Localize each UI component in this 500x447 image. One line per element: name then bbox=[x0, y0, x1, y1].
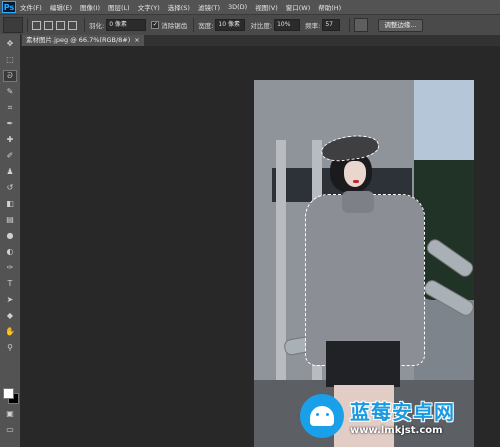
quick-selection-tool-icon[interactable]: ✎ bbox=[3, 86, 17, 98]
new-selection-icon[interactable] bbox=[32, 20, 41, 30]
tools-panel: ✥ ⬚ ᘐ ✎ ⌗ ✒ ✚ ✐ ♟ ↺ ◧ ▤ ● ◐ ✑ T ➤ ◆ ✋ ⚲ … bbox=[0, 34, 21, 447]
width-input[interactable]: 10 像素 bbox=[215, 19, 246, 31]
menu-image[interactable]: 图像(I) bbox=[76, 2, 104, 12]
quick-mask-icon[interactable]: ▣ bbox=[3, 408, 17, 420]
lips bbox=[353, 180, 359, 183]
history-brush-tool-icon[interactable]: ↺ bbox=[3, 182, 17, 194]
pen-tool-icon[interactable]: ✑ bbox=[3, 262, 17, 274]
watermark-title: 蓝莓安卓网 bbox=[350, 400, 455, 424]
dodge-tool-icon[interactable]: ◐ bbox=[3, 246, 17, 258]
divider bbox=[349, 18, 351, 32]
screen-mode-icon[interactable]: ▭ bbox=[3, 424, 17, 436]
menu-3d[interactable]: 3D(D) bbox=[224, 3, 251, 11]
menu-layer[interactable]: 图层(L) bbox=[104, 2, 134, 12]
menu-window[interactable]: 窗口(W) bbox=[282, 2, 315, 12]
document-tab-title: 素材图片.jpeg @ 66.7%(RGB/8#) bbox=[26, 36, 131, 44]
menu-edit[interactable]: 编辑(E) bbox=[46, 2, 76, 12]
watermark-url: www.lmkjst.com bbox=[350, 425, 443, 436]
turtleneck-collar bbox=[342, 191, 374, 213]
watermark: 蓝莓安卓网 www.lmkjst.com bbox=[300, 385, 500, 447]
menu-file[interactable]: 文件(F) bbox=[16, 2, 46, 12]
shape-tool-icon[interactable]: ◆ bbox=[3, 310, 17, 322]
contrast-input[interactable]: 10% bbox=[274, 19, 301, 31]
divider bbox=[84, 18, 85, 32]
android-robot-icon bbox=[300, 394, 344, 438]
close-icon[interactable]: × bbox=[134, 35, 139, 46]
divider bbox=[193, 18, 195, 32]
menu-type[interactable]: 文字(Y) bbox=[134, 2, 164, 12]
blur-tool-icon[interactable]: ● bbox=[3, 230, 17, 242]
frequency-label: 频率: bbox=[305, 22, 321, 30]
move-tool-icon[interactable]: ✥ bbox=[3, 38, 17, 50]
path-selection-tool-icon[interactable]: ➤ bbox=[3, 294, 17, 306]
clone-stamp-tool-icon[interactable]: ♟ bbox=[3, 166, 17, 178]
hand-tool-icon[interactable]: ✋ bbox=[3, 326, 17, 338]
contrast-label: 对比度: bbox=[250, 22, 273, 30]
menu-bar: Ps 文件(F) 编辑(E) 图像(I) 图层(L) 文字(Y) 选择(S) 滤… bbox=[0, 0, 500, 14]
gradient-tool-icon[interactable]: ▤ bbox=[3, 214, 17, 226]
foreground-color-swatch[interactable] bbox=[3, 388, 14, 399]
zoom-tool-icon[interactable]: ⚲ bbox=[3, 342, 17, 354]
menu-help[interactable]: 帮助(H) bbox=[314, 2, 345, 12]
healing-brush-tool-icon[interactable]: ✚ bbox=[3, 134, 17, 146]
shorts bbox=[326, 341, 400, 387]
menu-select[interactable]: 选择(S) bbox=[164, 2, 194, 12]
marquee-tool-icon[interactable]: ⬚ bbox=[3, 54, 17, 66]
document-tab-bar: 素材图片.jpeg @ 66.7%(RGB/8#) × bbox=[20, 35, 500, 46]
feather-label: 羽化: bbox=[89, 22, 105, 30]
photoshop-logo: Ps bbox=[2, 1, 16, 13]
document-tab[interactable]: 素材图片.jpeg @ 66.7%(RGB/8#) × bbox=[22, 35, 144, 46]
eraser-tool-icon[interactable]: ◧ bbox=[3, 198, 17, 210]
sweater bbox=[305, 194, 425, 366]
antialias-checkbox[interactable]: ✓ bbox=[151, 21, 160, 29]
frequency-input[interactable]: 57 bbox=[322, 19, 341, 31]
brush-tool-icon[interactable]: ✐ bbox=[3, 150, 17, 162]
menu-view[interactable]: 视图(V) bbox=[251, 2, 282, 12]
eyedropper-tool-icon[interactable]: ✒ bbox=[3, 118, 17, 130]
magnetic-lasso-tool-icon[interactable]: ᘐ bbox=[3, 70, 17, 82]
options-bar: 羽化: 0 像素 ✓ 消除锯齿 宽度: 10 像素 对比度: 10% 频率: 5… bbox=[0, 14, 500, 36]
add-to-selection-icon[interactable] bbox=[44, 20, 53, 30]
intersect-selection-icon[interactable] bbox=[68, 20, 77, 30]
hat bbox=[319, 131, 381, 165]
subtract-from-selection-icon[interactable] bbox=[56, 20, 65, 30]
crop-tool-icon[interactable]: ⌗ bbox=[3, 102, 17, 114]
antialias-label: 消除锯齿 bbox=[161, 22, 188, 30]
pen-pressure-icon[interactable] bbox=[354, 18, 369, 32]
tool-preset-picker[interactable] bbox=[3, 17, 23, 33]
divider bbox=[27, 18, 28, 32]
face bbox=[344, 161, 366, 187]
refine-edge-button[interactable]: 调整边缘... bbox=[378, 18, 423, 32]
type-tool-icon[interactable]: T bbox=[3, 278, 17, 290]
menu-filter[interactable]: 滤镜(T) bbox=[194, 2, 224, 12]
feather-input[interactable]: 0 像素 bbox=[106, 19, 147, 31]
width-label: 宽度: bbox=[198, 22, 214, 30]
watermark-text: 蓝莓安卓网 www.lmkjst.com bbox=[350, 396, 455, 436]
